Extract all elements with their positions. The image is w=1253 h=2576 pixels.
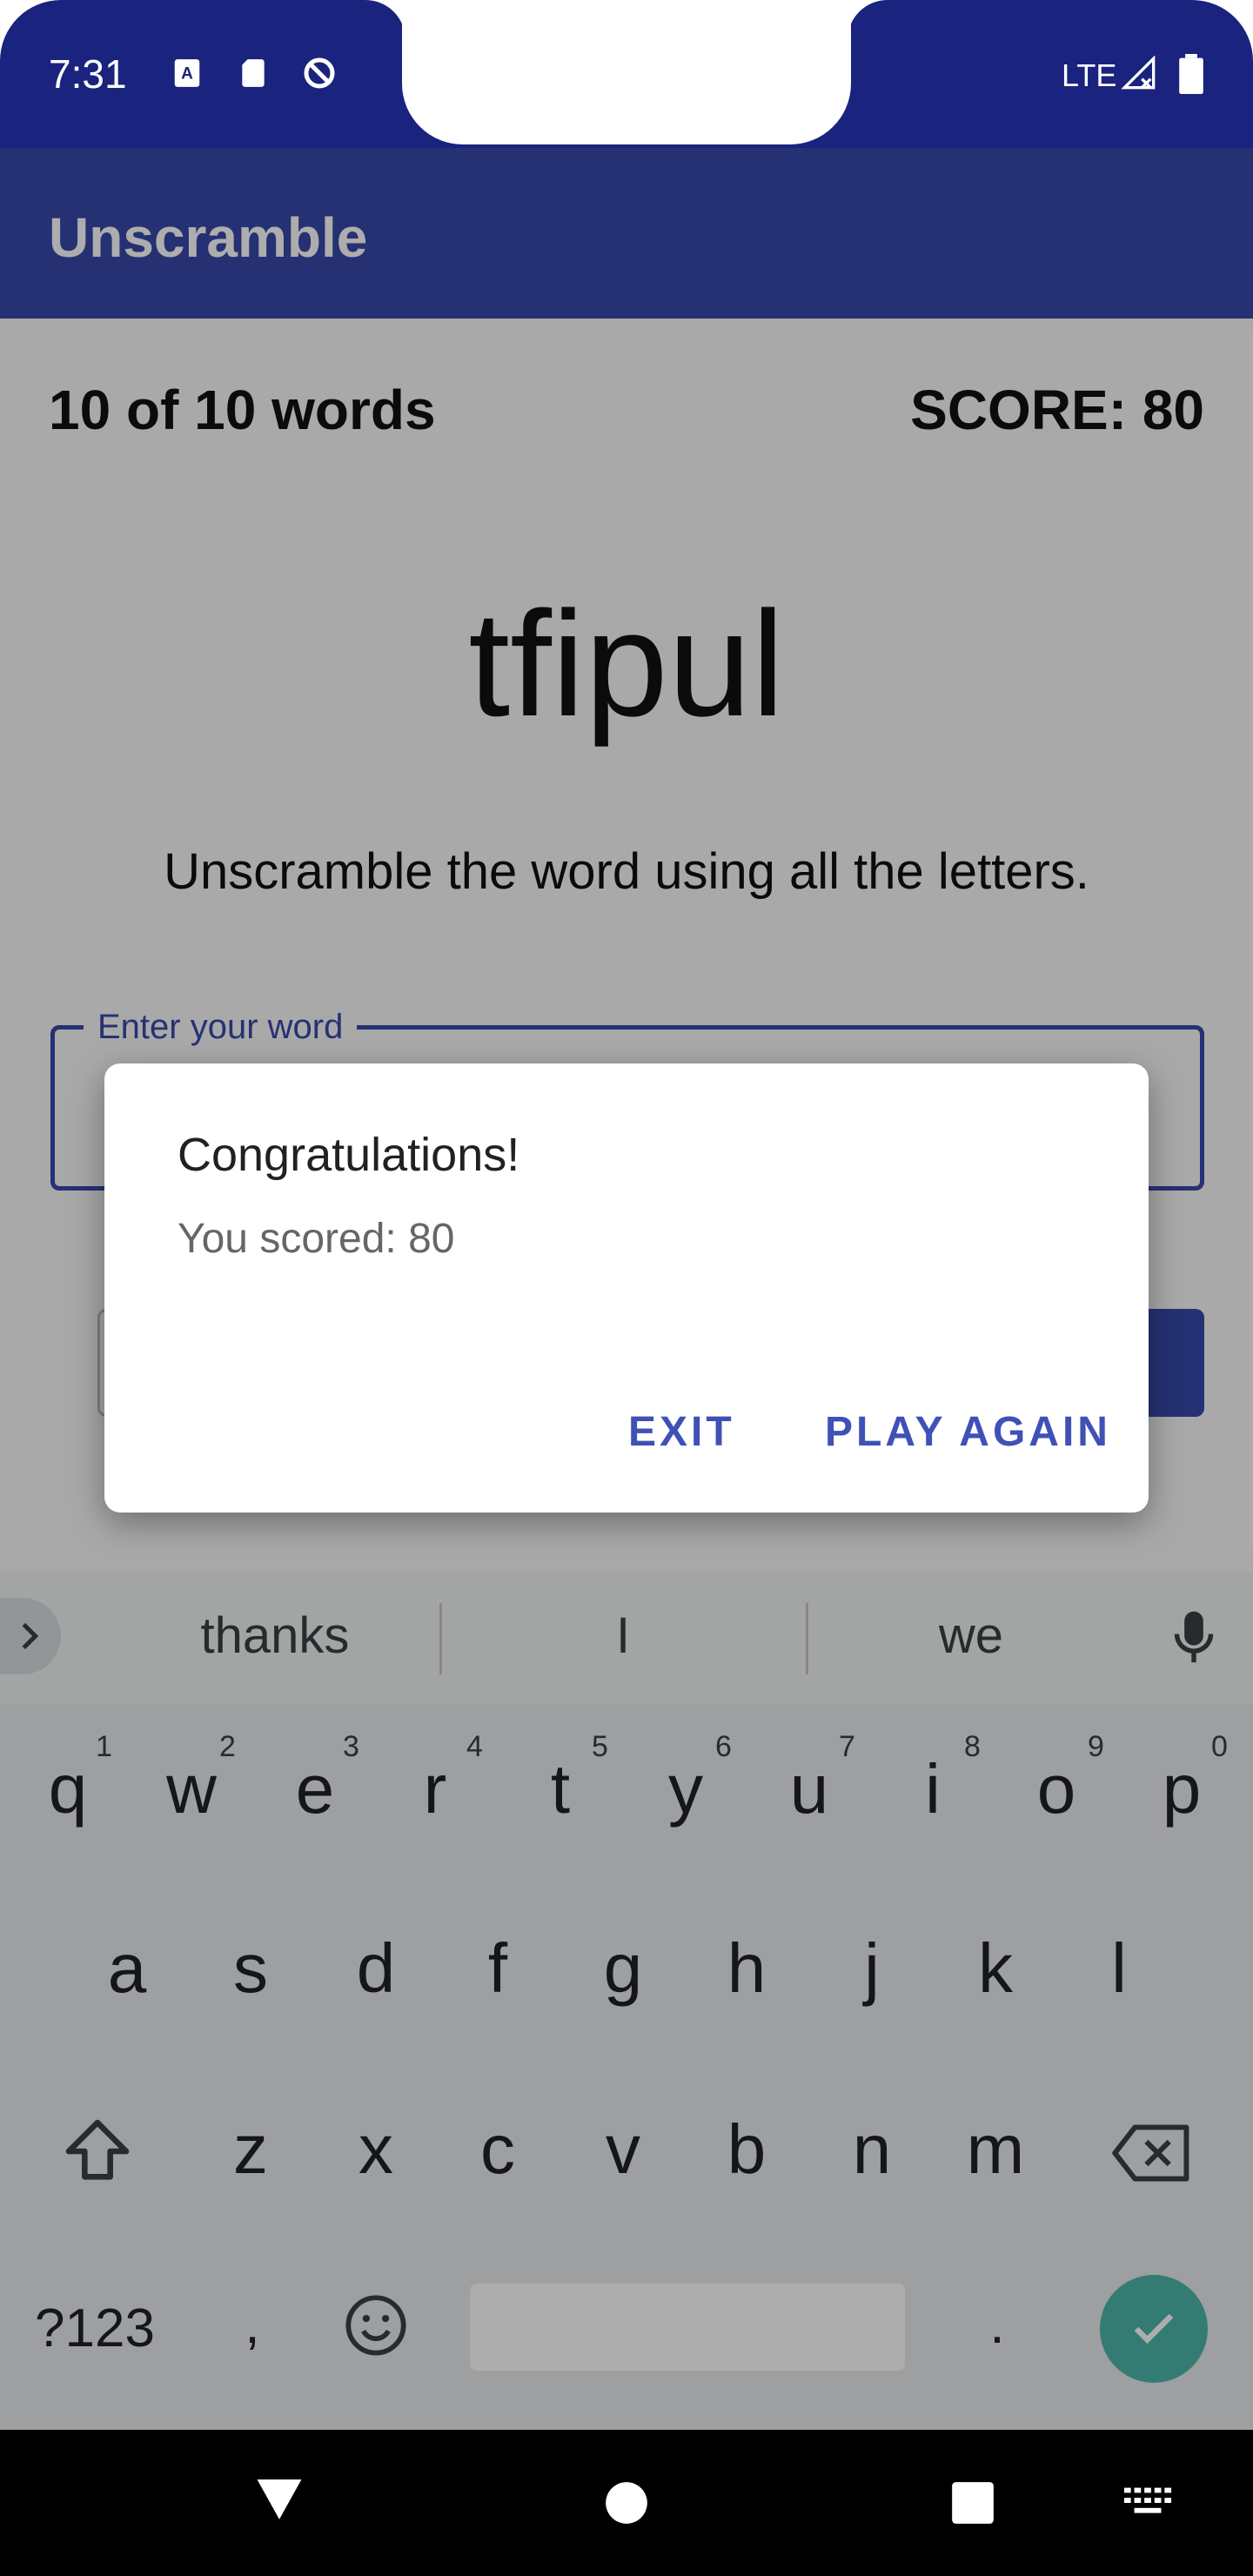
back-icon[interactable] (252, 2475, 306, 2524)
screen-corner-right (1192, 0, 1253, 61)
home-icon[interactable] (604, 2480, 649, 2526)
notch-edge-left (365, 0, 405, 40)
play-again-button[interactable]: PLAY AGAIN (825, 1408, 1111, 1456)
status-time: 7:31 (49, 51, 127, 97)
sd-card-icon (242, 59, 265, 87)
network-type-label: LTE (1062, 57, 1117, 93)
dialog-message: You scored: 80 (178, 1216, 455, 1262)
recents-icon[interactable] (950, 2480, 995, 2526)
data-saver-icon (304, 57, 335, 89)
exit-button[interactable]: EXIT (628, 1408, 735, 1456)
phone-screen: 7:31 A LTE Unscramble 10 of 10 words SCO… (0, 0, 1253, 2576)
svg-text:A: A (181, 64, 193, 83)
dialog-title: Congratulations! (178, 1129, 520, 1181)
display-notch (402, 0, 851, 144)
battery-icon (1179, 54, 1203, 94)
notch-edge-right (848, 0, 888, 40)
keyboard-notification-icon: A (174, 59, 200, 87)
signal-icon (1121, 56, 1156, 90)
keyboard-switch-icon[interactable] (1122, 2485, 1173, 2520)
